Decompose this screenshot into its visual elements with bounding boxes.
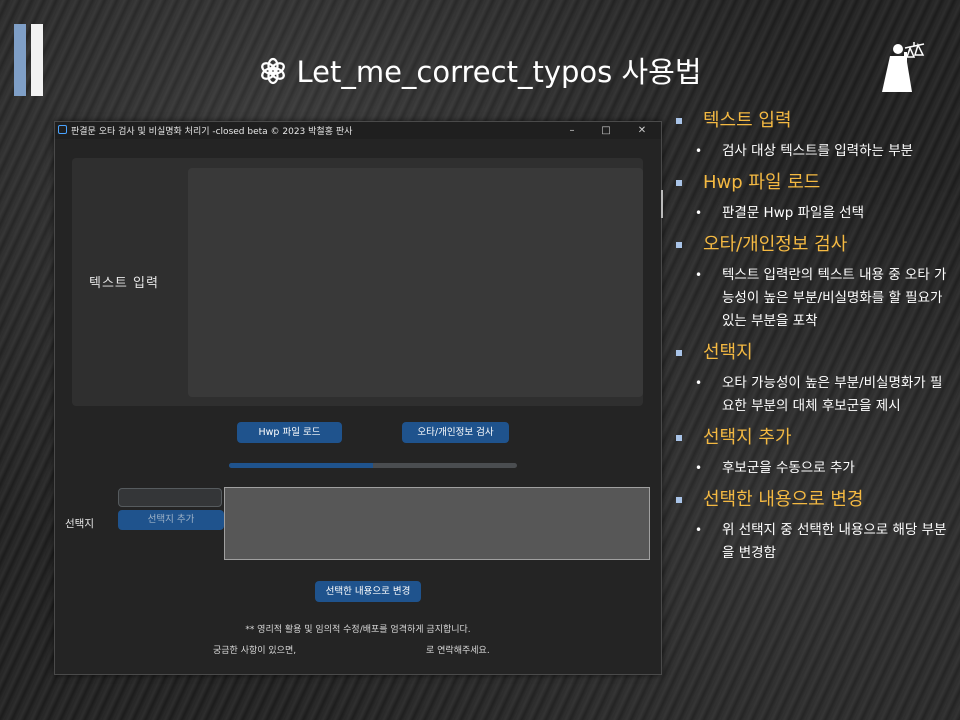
window-title: 판결문 오타 검사 및 비실명화 처리기 -closed beta © 2023… [71,127,353,137]
feature-heading: 텍스트 입력 [672,108,952,134]
bullet-dot-icon: • [695,206,703,220]
bullet-dot-icon: • [695,268,703,282]
square-bullet-icon [676,497,682,503]
choice-label: 선택지 [65,518,94,530]
close-button[interactable]: ✕ [625,122,659,139]
openai-logo-icon [261,57,286,85]
text-input-area[interactable] [188,168,643,397]
contact-text-prefix: 궁금한 사항이 있으면, [213,646,297,656]
maximize-button[interactable]: □ [589,122,623,139]
feature-heading: Hwp 파일 로드 [672,170,952,196]
justice-statue-logo [882,42,925,92]
square-bullet-icon [676,350,682,356]
feature-explanation-list: 텍스트 입력 • 검사 대상 텍스트를 입력하는 부분 Hwp 파일 로드 • 판결… [672,108,952,572]
choice-list[interactable] [224,487,650,560]
usage-notice: ** 영리적 활용 및 임의적 수정/배포를 엄격하게 금지합니다. [245,625,471,635]
square-bullet-icon [676,242,682,248]
slide-title: Let_me_correct_typos 사용법 [0,50,960,94]
apply-selected-button[interactable]: 선택한 내용으로 변경 [315,581,421,602]
bullet-dot-icon: • [695,144,703,158]
bullet-dot-icon: • [695,376,703,390]
hwp-load-button[interactable]: Hwp 파일 로드 [237,422,342,443]
square-bullet-icon [676,180,682,186]
scroll-marker [661,190,663,218]
slide-title-text: Let_me_correct_typos 사용법 [296,55,702,89]
add-choice-button[interactable]: 선택지 추가 [118,510,224,530]
progress-fill [229,463,373,468]
minimize-button[interactable]: – [555,122,589,139]
app-icon [58,125,67,134]
feature-description: • 판결문 Hwp 파일을 선택 [672,202,952,225]
feature-heading: 선택지 [672,340,952,366]
progress-bar [229,463,517,468]
bullet-dot-icon: • [695,461,703,475]
typo-privacy-check-button[interactable]: 오타/개인정보 검사 [402,422,509,443]
window-titlebar[interactable]: 판결문 오타 검사 및 비실명화 처리기 -closed beta © 2023… [55,122,661,139]
feature-heading: 선택지 추가 [672,425,952,451]
feature-heading: 오타/개인정보 검사 [672,232,952,258]
feature-description: • 검사 대상 텍스트를 입력하는 부분 [672,140,952,163]
square-bullet-icon [676,435,682,441]
text-input-label: 텍스트 입력 [89,276,159,291]
square-bullet-icon [676,118,682,124]
bullet-dot-icon: • [695,523,703,537]
contact-text-suffix: 로 연락해주세요. [426,646,490,656]
app-window: 판결문 오타 검사 및 비실명화 처리기 -closed beta © 2023… [54,121,662,675]
choice-input[interactable] [118,488,222,507]
feature-description: • 오타 가능성이 높은 부분/비실명화가 필요한 부분의 대체 후보군을 제시 [672,372,952,418]
feature-description: • 위 선택지 중 선택한 내용으로 해당 부분을 변경함 [672,519,952,565]
feature-description: • 후보군을 수동으로 추가 [672,457,952,480]
feature-description: • 텍스트 입력란의 텍스트 내용 중 오타 가능성이 높은 부분/비실명화를 할… [672,264,952,333]
feature-heading: 선택한 내용으로 변경 [672,487,952,513]
